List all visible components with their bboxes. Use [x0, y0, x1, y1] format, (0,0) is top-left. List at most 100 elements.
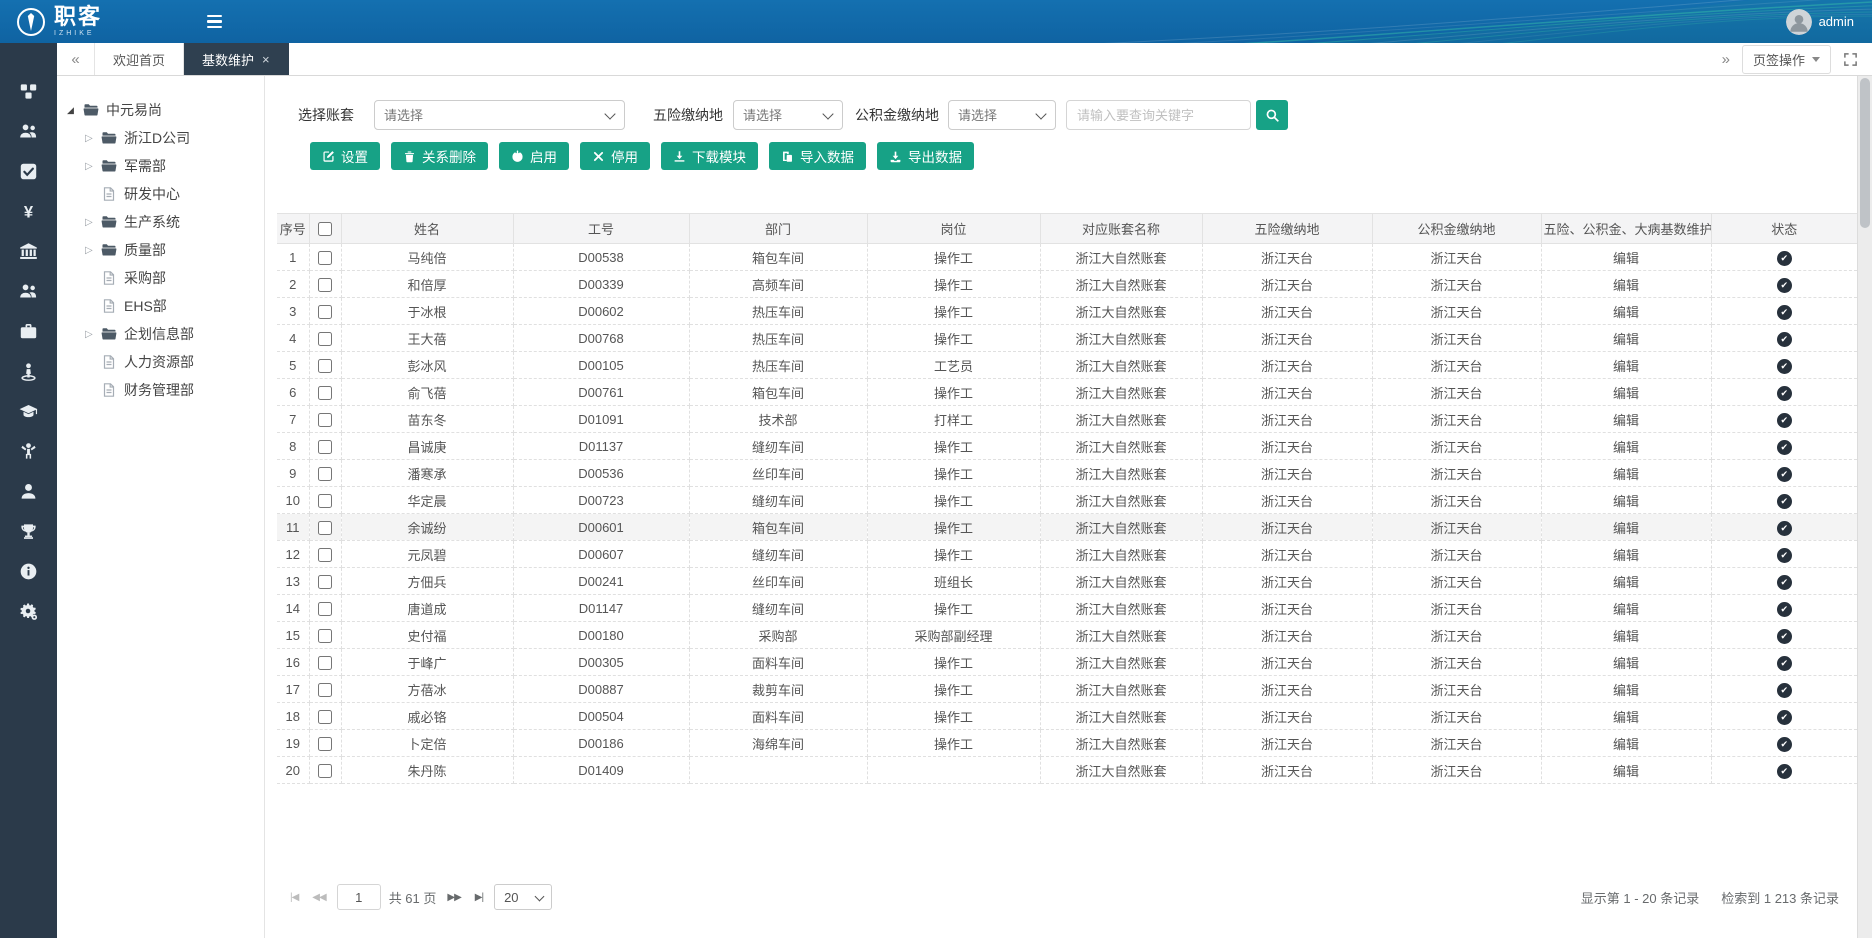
edit-link[interactable]: 编辑 [1613, 548, 1639, 563]
row-checkbox[interactable] [318, 656, 332, 670]
search-input[interactable] [1066, 100, 1251, 130]
tree-item[interactable]: 人力资源部 [57, 348, 264, 376]
row-checkbox[interactable] [318, 332, 332, 346]
user-menu[interactable]: admin [1786, 0, 1854, 43]
edit-link[interactable]: 编辑 [1613, 656, 1639, 671]
edit-link[interactable]: 编辑 [1613, 332, 1639, 347]
social-area-select[interactable]: 请选择 [733, 100, 843, 130]
row-checkbox[interactable] [318, 683, 332, 697]
tree-item[interactable]: ▷生产系统 [57, 208, 264, 236]
status-check-icon[interactable]: ✔ [1777, 413, 1792, 428]
page-prev-icon[interactable]: ◀◀ [309, 892, 328, 903]
tab-base-maintenance[interactable]: 基数维护× [184, 43, 289, 75]
edit-link[interactable]: 编辑 [1613, 629, 1639, 644]
menu-toggle-icon[interactable] [207, 15, 222, 29]
edit-link[interactable]: 编辑 [1613, 764, 1639, 779]
edit-link[interactable]: 编辑 [1613, 467, 1639, 482]
row-checkbox[interactable] [318, 548, 332, 562]
row-checkbox[interactable] [318, 710, 332, 724]
status-check-icon[interactable]: ✔ [1777, 764, 1792, 779]
edit-link[interactable]: 编辑 [1613, 737, 1639, 752]
page-size-select[interactable]: 20 [494, 884, 552, 910]
graduation-cap-icon[interactable] [0, 391, 57, 431]
edit-link[interactable]: 编辑 [1613, 278, 1639, 293]
edit-link[interactable]: 编辑 [1613, 386, 1639, 401]
tabs-scroll-right-icon[interactable]: » [1722, 51, 1730, 68]
scrollbar-thumb[interactable] [1860, 78, 1870, 228]
status-check-icon[interactable]: ✔ [1777, 710, 1792, 725]
row-checkbox[interactable] [318, 764, 332, 778]
row-checkbox[interactable] [318, 521, 332, 535]
row-checkbox[interactable] [318, 629, 332, 643]
status-check-icon[interactable]: ✔ [1777, 737, 1792, 752]
row-checkbox[interactable] [318, 467, 332, 481]
status-check-icon[interactable]: ✔ [1777, 656, 1792, 671]
edit-link[interactable]: 编辑 [1613, 602, 1639, 617]
row-checkbox[interactable] [318, 386, 332, 400]
paste-button[interactable]: 导入数据 [769, 142, 866, 170]
edit-link[interactable]: 编辑 [1613, 440, 1639, 455]
row-checkbox[interactable] [318, 602, 332, 616]
bank-icon[interactable] [0, 231, 57, 271]
tree-item[interactable]: ▷军需部 [57, 152, 264, 180]
fund-area-select[interactable]: 请选择 [948, 100, 1056, 130]
trophy-icon[interactable] [0, 511, 57, 551]
edit-link[interactable]: 编辑 [1613, 494, 1639, 509]
edit-link[interactable]: 编辑 [1613, 710, 1639, 725]
page-next-icon[interactable]: ▶▶ [444, 892, 463, 903]
export-button[interactable]: 导出数据 [877, 142, 974, 170]
page-number-input[interactable] [337, 884, 381, 910]
status-check-icon[interactable]: ✔ [1777, 467, 1792, 482]
edit-link[interactable]: 编辑 [1613, 575, 1639, 590]
status-check-icon[interactable]: ✔ [1777, 602, 1792, 617]
row-checkbox[interactable] [318, 413, 332, 427]
row-checkbox[interactable] [318, 305, 332, 319]
child-icon[interactable] [0, 431, 57, 471]
row-checkbox[interactable] [318, 575, 332, 589]
user-icon[interactable] [0, 471, 57, 511]
tab-welcome-home[interactable]: 欢迎首页 [95, 43, 184, 75]
suitcase-icon[interactable] [0, 311, 57, 351]
tree-item[interactable]: 研发中心 [57, 180, 264, 208]
street-view-icon[interactable] [0, 351, 57, 391]
tree-item[interactable]: 采购部 [57, 264, 264, 292]
tree-item[interactable]: ▷企划信息部 [57, 320, 264, 348]
status-check-icon[interactable]: ✔ [1777, 683, 1792, 698]
status-check-icon[interactable]: ✔ [1777, 521, 1792, 536]
status-check-icon[interactable]: ✔ [1777, 575, 1792, 590]
tree-item[interactable]: ▷浙江D公司 [57, 124, 264, 152]
edit-link[interactable]: 编辑 [1613, 359, 1639, 374]
cogs-icon[interactable] [0, 591, 57, 631]
tree-item[interactable]: EHS部 [57, 292, 264, 320]
tree-root-item[interactable]: ◢ 中元易尚 [57, 96, 264, 124]
account-select[interactable]: 请选择 [374, 100, 625, 130]
edit-link[interactable]: 编辑 [1613, 413, 1639, 428]
status-check-icon[interactable]: ✔ [1777, 629, 1792, 644]
page-first-icon[interactable]: |◀ [287, 892, 301, 903]
status-check-icon[interactable]: ✔ [1777, 359, 1792, 374]
info-icon[interactable] [0, 551, 57, 591]
cubes-icon[interactable] [0, 71, 57, 111]
edit-link[interactable]: 编辑 [1613, 305, 1639, 320]
download-button[interactable]: 下载模块 [661, 142, 758, 170]
tree-item[interactable]: ▷质量部 [57, 236, 264, 264]
status-check-icon[interactable]: ✔ [1777, 386, 1792, 401]
status-check-icon[interactable]: ✔ [1777, 548, 1792, 563]
row-checkbox[interactable] [318, 359, 332, 373]
select-all-checkbox[interactable] [318, 222, 332, 236]
tabs-scroll-left-icon[interactable]: « [57, 43, 95, 75]
tree-item[interactable]: 财务管理部 [57, 376, 264, 404]
page-ops-button[interactable]: 页签操作 [1742, 45, 1831, 74]
group-icon[interactable] [0, 271, 57, 311]
edit-link[interactable]: 编辑 [1613, 251, 1639, 266]
page-last-icon[interactable]: ▶| [472, 892, 486, 903]
row-checkbox[interactable] [318, 278, 332, 292]
status-check-icon[interactable]: ✔ [1777, 440, 1792, 455]
row-checkbox[interactable] [318, 494, 332, 508]
status-check-icon[interactable]: ✔ [1777, 251, 1792, 266]
status-check-icon[interactable]: ✔ [1777, 278, 1792, 293]
edit-button[interactable]: 设置 [310, 142, 380, 170]
yen-icon[interactable]: ¥ [0, 191, 57, 231]
team-icon[interactable] [0, 111, 57, 151]
edit-link[interactable]: 编辑 [1613, 683, 1639, 698]
